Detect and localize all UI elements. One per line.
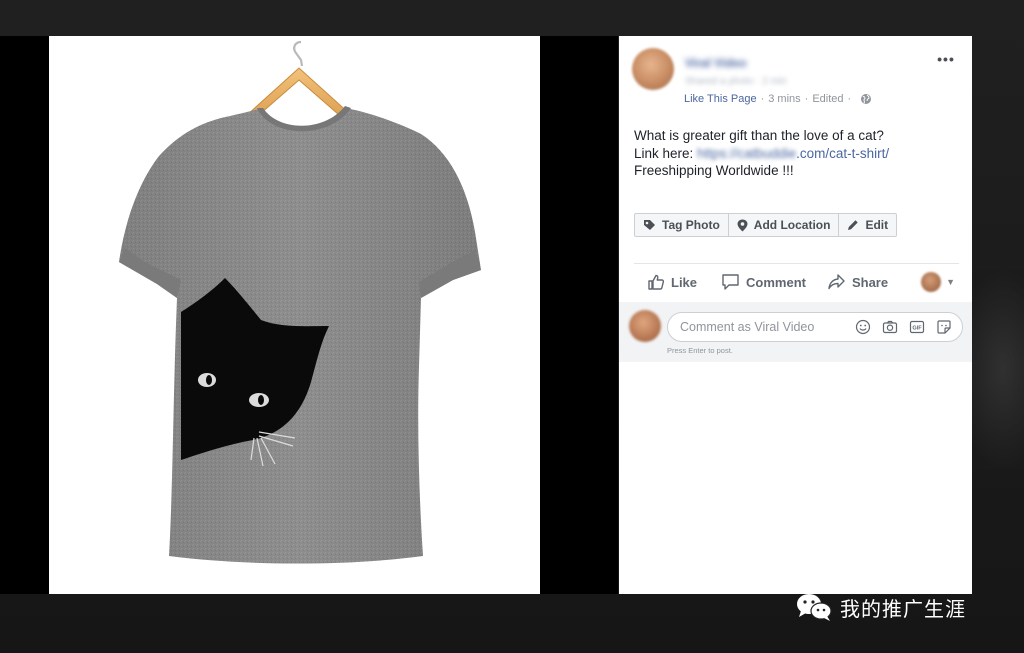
tag-icon [644,219,655,230]
like-page-link[interactable]: Like This Page [684,93,757,105]
like-button[interactable]: Like [647,273,697,291]
sticker-icon[interactable] [936,319,952,335]
meta-separator: · [847,93,852,105]
post-link-line: Link here: https://catbuddie.com/cat-t-s… [634,145,964,163]
like-label: Like [671,274,698,290]
photo-action-bar: Tag Photo Add Location Edit [634,213,898,237]
more-options-button[interactable]: ••• [936,52,956,66]
author-name[interactable]: Viral Video [685,56,747,70]
location-pin-icon [737,219,748,231]
share-button[interactable]: Share [827,273,888,291]
post-meta: Like This Page · 3 mins · Edited · [684,92,872,106]
reaction-bar: Like Comment Share ▼ [634,269,959,295]
post-timestamp[interactable]: 3 mins [768,93,800,105]
commenter-avatar [629,310,661,342]
gif-icon[interactable]: GIF [909,319,925,335]
edit-button[interactable]: Edit [839,214,896,236]
wechat-icon [797,594,832,621]
viewer-avatar [921,272,942,292]
comment-composer: GIF Press Enter to post. [619,302,972,362]
post-message: What is greater gift than the love of a … [634,127,964,180]
smiley-icon[interactable] [855,319,871,335]
divider [634,263,959,264]
comment-label: Comment [746,274,806,290]
watermark: 我的推广生涯 [795,592,966,622]
add-location-label: Add Location [753,218,831,232]
tag-photo-button[interactable]: Tag Photo [635,214,729,236]
post-photo[interactable] [49,36,540,594]
speech-bubble-icon [722,274,739,290]
author-subline: Shared a photo · 2 min [685,76,787,87]
press-enter-hint: Press Enter to post. [667,346,733,355]
author-avatar[interactable] [632,48,674,90]
post-as-selector[interactable]: ▼ [921,272,955,292]
post-side-panel: Viral Video Shared a photo · 2 min ••• L… [619,36,972,594]
pencil-icon [848,220,859,230]
comment-tools: GIF [844,319,952,335]
post-header: Viral Video Shared a photo · 2 min ••• L… [619,36,972,116]
post-text-line: What is greater gift than the love of a … [634,128,884,143]
thumbs-up-icon [648,274,665,290]
product-link-blurred[interactable]: https://catbuddie [697,145,796,163]
share-label: Share [851,274,889,290]
link-prefix: Link here: [634,145,698,161]
meta-separator: · [804,93,809,105]
product-link[interactable]: .com/cat-t-shirt/ [796,146,889,161]
add-location-button[interactable]: Add Location [729,214,840,236]
edited-label[interactable]: Edited [812,93,843,105]
watermark-text: 我的推广生涯 [840,596,966,621]
svg-text:GIF: GIF [912,326,922,332]
edit-label: Edit [865,218,889,232]
camera-icon[interactable] [882,319,898,335]
chevron-down-icon: ▼ [946,277,955,287]
comment-input[interactable] [680,313,840,341]
tag-photo-label: Tag Photo [662,218,720,232]
share-arrow-icon [828,274,845,290]
tshirt-illustration [119,40,481,564]
comment-box[interactable]: GIF [667,312,963,342]
post-text-line: Freeshipping Worldwide !!! [634,163,794,178]
meta-separator: · [760,93,765,105]
comment-button[interactable]: Comment [721,273,806,291]
globe-icon[interactable] [860,93,872,105]
